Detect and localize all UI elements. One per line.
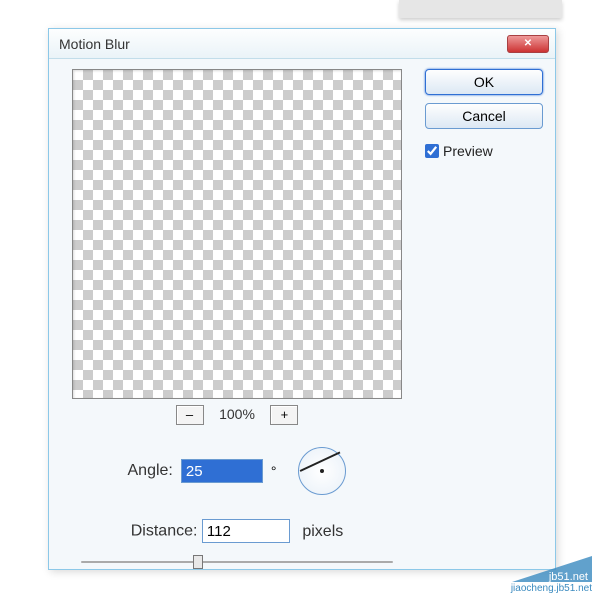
angle-dial[interactable] [298,447,346,495]
zoom-in-button[interactable]: + [270,405,298,425]
close-button[interactable]: ✕ [507,35,549,53]
distance-row: Distance: pixels [61,519,413,543]
dialog-title: Motion Blur [55,36,130,52]
preview-canvas[interactable] [72,69,402,399]
cancel-button[interactable]: Cancel [425,103,543,129]
left-panel: – 100% + Angle: ° Distance: pixels [61,69,413,571]
right-panel: OK Cancel Preview [413,69,543,571]
preview-checkbox[interactable] [425,144,439,158]
watermark-text-2: jiaocheng.jb51.net [511,583,592,594]
angle-row: Angle: ° [61,447,413,495]
zoom-percent-label: 100% [208,406,266,422]
close-icon: ✕ [524,38,532,49]
dialog-body: – 100% + Angle: ° Distance: pixels [49,59,555,581]
distance-slider[interactable] [61,553,413,571]
zoom-controls: – 100% + [61,405,413,425]
top-patch [399,0,562,18]
zoom-out-button[interactable]: – [176,405,204,425]
distance-input[interactable] [202,519,290,543]
angle-input[interactable] [181,459,263,483]
distance-unit: pixels [302,523,343,540]
preview-checkbox-label: Preview [443,143,493,159]
distance-label: Distance: [131,523,198,540]
titlebar[interactable]: Motion Blur ✕ [49,29,555,59]
motion-blur-dialog: Motion Blur ✕ – 100% + Angle: ° Distance… [48,28,556,570]
degree-symbol: ° [271,463,277,479]
preview-checkbox-row[interactable]: Preview [425,143,543,159]
angle-label: Angle: [128,462,173,480]
ok-button[interactable]: OK [425,69,543,95]
slider-thumb[interactable] [193,555,203,569]
slider-line [81,561,393,563]
slider-track [81,553,393,571]
